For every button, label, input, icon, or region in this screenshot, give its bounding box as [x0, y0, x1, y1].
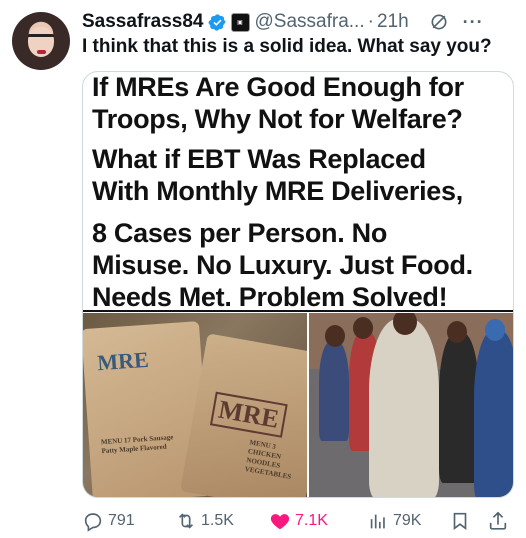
meme-line: Troops, Why Not for Welfare?: [92, 104, 463, 134]
meme-line: Needs Met. Problem Solved!: [92, 282, 448, 312]
tweet-text: I think that this is a solid idea. What …: [82, 36, 492, 57]
affiliate-badge-icon[interactable]: ▣: [230, 12, 250, 32]
verified-badge-icon: [208, 13, 227, 32]
avatar[interactable]: [12, 12, 70, 70]
repost-icon: [178, 513, 194, 529]
crowd-photo: [307, 313, 513, 497]
author-handle[interactable]: @Sassafra...: [255, 11, 365, 33]
person-head: [325, 325, 345, 347]
post-time[interactable]: 21h: [377, 11, 409, 33]
display-name[interactable]: Sassafrass84: [82, 11, 204, 33]
reply-count: 791: [108, 512, 135, 529]
share-button[interactable]: [487, 508, 513, 534]
reply-icon: [84, 513, 102, 532]
mre-pouches-photo: MRE MENU 17 Pork Sausage Patty Maple Fla…: [83, 313, 307, 497]
person-head: [447, 321, 467, 343]
views-button[interactable]: 79K: [367, 508, 421, 534]
person-figure: [439, 333, 479, 483]
meme-line: If MREs Are Good Enough for: [92, 72, 464, 102]
separator-dot: ·: [367, 11, 374, 32]
person-head: [353, 317, 373, 339]
bookmark-icon: [453, 512, 467, 530]
pouch-title: MRE: [209, 391, 288, 438]
repost-count: 1.5K: [201, 512, 234, 529]
heart-icon: [270, 514, 290, 530]
pouch-menu: MENU 17 Pork Sausage Patty Maple Flavore…: [100, 433, 174, 456]
tweet-header: Sassafrass84 ▣ @Sassafra... · 21h ···: [82, 10, 516, 34]
meme-text-panel: If MREs Are Good Enough for Troops, Why …: [83, 72, 513, 312]
person-figure: [474, 331, 513, 497]
views-count: 79K: [393, 512, 422, 529]
reply-button[interactable]: 791: [82, 508, 135, 534]
person-figure: [369, 319, 439, 497]
person-figure: [319, 341, 349, 441]
meme-line: With Monthly MRE Deliveries,: [92, 176, 463, 206]
grok-icon[interactable]: [429, 12, 449, 32]
like-count: 7.1K: [295, 512, 328, 529]
bookmark-button[interactable]: [449, 508, 475, 534]
person-head: [485, 319, 505, 341]
views-icon: [370, 514, 385, 529]
repost-button[interactable]: 1.5K: [175, 508, 234, 534]
meme-line: 8 Cases per Person. No: [92, 218, 388, 248]
action-bar: 791 1.5K 7.1K 79K: [82, 508, 514, 534]
like-button[interactable]: 7.1K: [269, 508, 328, 534]
post-image[interactable]: If MREs Are Good Enough for Troops, Why …: [82, 71, 514, 498]
more-icon[interactable]: ···: [463, 12, 484, 33]
pouch-title: MRE: [96, 346, 150, 376]
meme-line: Misuse. No Luxury. Just Food.: [92, 250, 473, 280]
meme-line: What if EBT Was Replaced: [92, 144, 426, 174]
share-icon: [489, 511, 507, 530]
pouch-menu: MENU 3 CHICKEN NOODLES VEGETABLES: [244, 438, 292, 481]
